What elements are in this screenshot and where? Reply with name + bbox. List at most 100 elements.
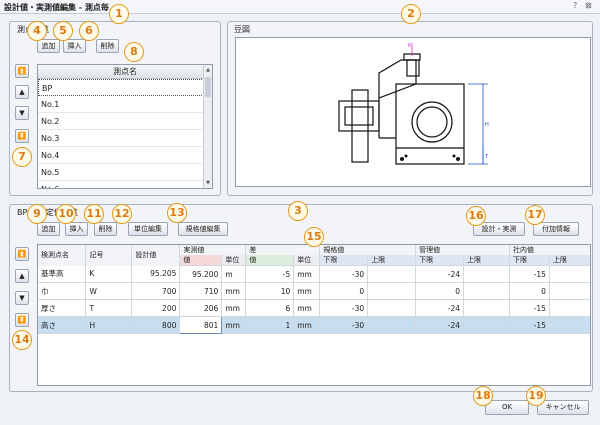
callout-12: 12	[112, 204, 132, 224]
cell-std-lower[interactable]: -30	[319, 316, 369, 334]
list-item[interactable]: No.4	[38, 147, 212, 164]
cell-std-lower[interactable]: -30	[319, 299, 369, 317]
scroll-down-icon[interactable]: ▼	[204, 180, 212, 186]
cell-std-upper[interactable]	[367, 316, 417, 334]
callout-18: 18	[473, 386, 493, 406]
measure-delete-button[interactable]: 削除	[94, 222, 117, 236]
cell-mgmt-upper[interactable]	[463, 282, 510, 300]
cell-mgmt-upper[interactable]	[463, 316, 510, 334]
scroll-thumb[interactable]	[205, 77, 211, 97]
measure-move-down-button[interactable]: ▼	[15, 291, 29, 305]
col-header-design: 設計値	[131, 245, 181, 266]
list-item[interactable]: No.1	[38, 96, 212, 113]
cell-actual-editing[interactable]: 801	[179, 316, 223, 334]
cell-internal-lower[interactable]: -15	[509, 299, 550, 317]
cell-internal-lower[interactable]: -15	[509, 265, 550, 283]
measure-move-top-button[interactable]: ⏫	[15, 247, 29, 261]
point-delete-button[interactable]: 削除	[96, 39, 119, 53]
list-item[interactable]: No.3	[38, 130, 212, 147]
cell-item[interactable]: 基準高	[38, 265, 87, 283]
cell-internal-upper[interactable]	[549, 299, 590, 317]
measure-add-button[interactable]: 追加	[37, 222, 60, 236]
dim-label-h: H	[485, 122, 489, 128]
point-list-scrollbar[interactable]: ▲ ▼	[203, 65, 212, 188]
measurement-table[interactable]: 検測点名 記号 設計値 実測値 差 規格値 管理値 社内値 値 単位 値 単位 …	[37, 244, 591, 386]
cell-design[interactable]: 200	[131, 299, 181, 317]
callout-3: 3	[288, 201, 308, 221]
cell-internal-upper[interactable]	[549, 316, 590, 334]
point-move-up-button[interactable]: ▲	[15, 85, 29, 99]
col-header-symbol: 記号	[85, 245, 133, 266]
cell-unit: m	[221, 265, 247, 283]
point-add-button[interactable]: 追加	[37, 39, 60, 53]
col-header-standard: 規格値	[319, 245, 417, 255]
help-icon[interactable]: ?	[573, 1, 577, 10]
cell-diff: -5	[245, 265, 295, 283]
point-list-header: 測点名	[38, 65, 212, 79]
cell-design[interactable]: 700	[131, 282, 181, 300]
point-move-top-button[interactable]: ⏫	[15, 64, 29, 78]
cell-std-lower[interactable]: -30	[319, 265, 369, 283]
col-header-actual-unit: 単位	[221, 255, 247, 266]
extra-info-button[interactable]: 付加情報	[533, 222, 579, 236]
list-item[interactable]: BP	[38, 79, 212, 96]
col-header-item: 検測点名	[38, 245, 87, 266]
table-row[interactable]: 巾 W 700 710 mm 10 mm 0 0 0	[38, 282, 590, 300]
cell-std-lower[interactable]: 0	[319, 282, 369, 300]
table-row[interactable]: 高さ H 800 801 mm 1 mm -30 -24 -15	[38, 316, 590, 334]
cell-mgmt-upper[interactable]	[463, 265, 510, 283]
cell-design[interactable]: 800	[131, 316, 181, 334]
cell-design[interactable]: 95.205	[131, 265, 181, 283]
callout-4: 4	[27, 21, 47, 41]
cell-symbol[interactable]: K	[85, 265, 133, 283]
measure-insert-button[interactable]: 挿入	[65, 222, 88, 236]
cell-mgmt-upper[interactable]	[463, 299, 510, 317]
point-list[interactable]: 測点名 BP No.1 No.2 No.3 No.4 No.5 No.6 ▲ ▼	[37, 64, 213, 189]
cell-std-upper[interactable]	[367, 282, 417, 300]
cell-mgmt-lower[interactable]: 0	[415, 282, 465, 300]
standard-edit-button[interactable]: 規格値編集	[178, 222, 228, 236]
list-item[interactable]: No.2	[38, 113, 212, 130]
list-item[interactable]: No.6	[38, 181, 212, 188]
cell-symbol[interactable]: W	[85, 282, 133, 300]
table-row[interactable]: 基準高 K 95.205 95.200 m -5 mm -30 -24 -15	[38, 265, 590, 283]
cell-mgmt-lower[interactable]: -24	[415, 265, 465, 283]
callout-11: 11	[84, 204, 104, 224]
callout-2: 2	[401, 4, 421, 24]
cell-item[interactable]: 高さ	[38, 316, 87, 334]
unit-edit-button[interactable]: 単位編集	[128, 222, 168, 236]
cell-mgmt-lower[interactable]: -24	[415, 316, 465, 334]
measure-move-up-button[interactable]: ▲	[15, 269, 29, 283]
cell-internal-lower[interactable]: -15	[509, 316, 550, 334]
list-item[interactable]: No.5	[38, 164, 212, 181]
col-header-mgmt-upper: 上限	[463, 255, 510, 266]
table-row[interactable]: 厚さ T 200 206 mm 6 mm -30 -24 -15	[38, 299, 590, 317]
cell-item[interactable]: 厚さ	[38, 299, 87, 317]
cell-symbol[interactable]: H	[85, 316, 133, 334]
cell-symbol[interactable]: T	[85, 299, 133, 317]
cell-actual[interactable]: 710	[179, 282, 223, 300]
cell-internal-upper[interactable]	[549, 282, 590, 300]
cell-actual[interactable]: 206	[179, 299, 223, 317]
cell-actual[interactable]: 95.200	[179, 265, 223, 283]
cancel-button[interactable]: キャンセル	[537, 400, 589, 415]
point-move-bottom-button[interactable]: ⏬	[15, 129, 29, 143]
measure-move-bottom-button[interactable]: ⏬	[15, 313, 29, 327]
cell-item[interactable]: 巾	[38, 282, 87, 300]
cell-unit: mm	[221, 299, 247, 317]
cross-section-drawing: K H T	[235, 37, 591, 187]
point-move-down-button[interactable]: ▼	[15, 106, 29, 120]
cell-internal-lower[interactable]: 0	[509, 282, 550, 300]
cell-internal-upper[interactable]	[549, 265, 590, 283]
point-insert-button[interactable]: 挿入	[63, 39, 86, 53]
cross-section-svg: K H T	[338, 43, 489, 165]
cell-unit: mm	[293, 299, 321, 317]
cell-std-upper[interactable]	[367, 265, 417, 283]
callout-16: 16	[466, 206, 486, 226]
cell-std-upper[interactable]	[367, 299, 417, 317]
cell-mgmt-lower[interactable]: -24	[415, 299, 465, 317]
ok-button[interactable]: OK	[485, 400, 529, 415]
drawing-panel-label: 豆図	[232, 24, 252, 35]
close-icon[interactable]: ⊠	[585, 1, 592, 10]
scroll-up-icon[interactable]: ▲	[204, 67, 212, 73]
